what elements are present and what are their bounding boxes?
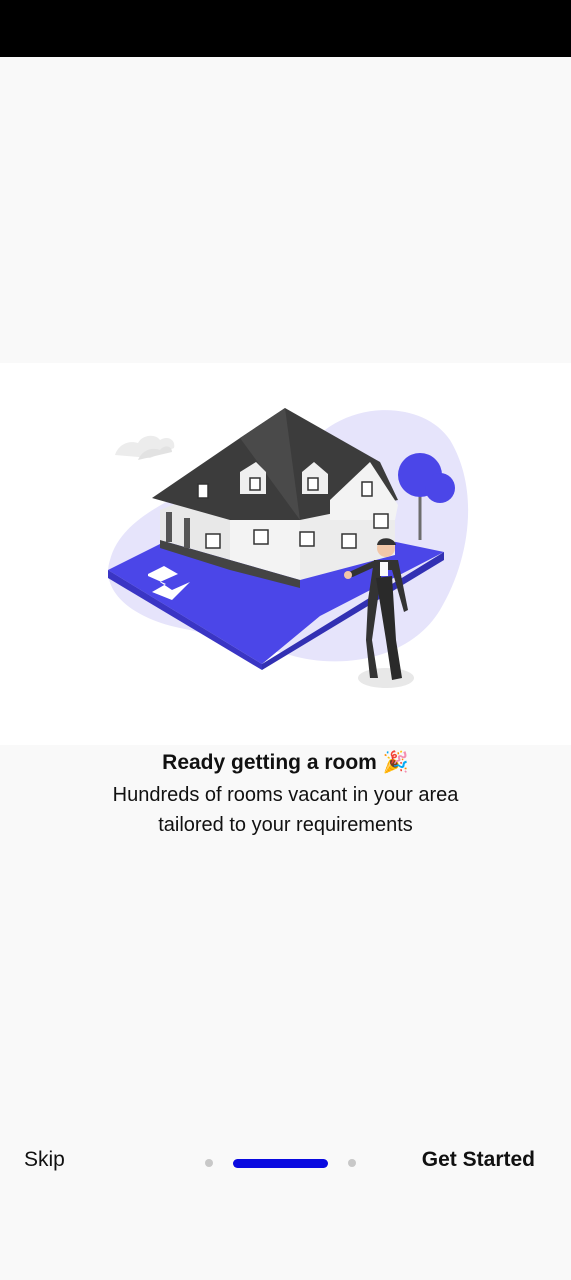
onboarding-illustration bbox=[0, 363, 571, 745]
onboarding-bottom-bar: Skip Get Started bbox=[0, 1140, 571, 1184]
skip-button[interactable]: Skip bbox=[24, 1148, 65, 1172]
house-illustration-icon bbox=[108, 408, 469, 688]
page-indicator-active[interactable] bbox=[233, 1159, 328, 1168]
get-started-button[interactable]: Get Started bbox=[422, 1148, 535, 1172]
page-indicator-dot-3[interactable] bbox=[348, 1159, 356, 1167]
onboarding-subtitle-line-2: tailored to your requirements bbox=[158, 814, 413, 836]
onboarding-subtitle: Hundreds of rooms vacant in your area ta… bbox=[0, 780, 571, 840]
onboarding-subtitle-line-1: Hundreds of rooms vacant in your area bbox=[112, 784, 459, 806]
onboarding-title: Ready getting a room 🎉 bbox=[162, 751, 409, 774]
page-indicator-dot-1[interactable] bbox=[205, 1159, 213, 1167]
status-bar bbox=[0, 0, 571, 57]
